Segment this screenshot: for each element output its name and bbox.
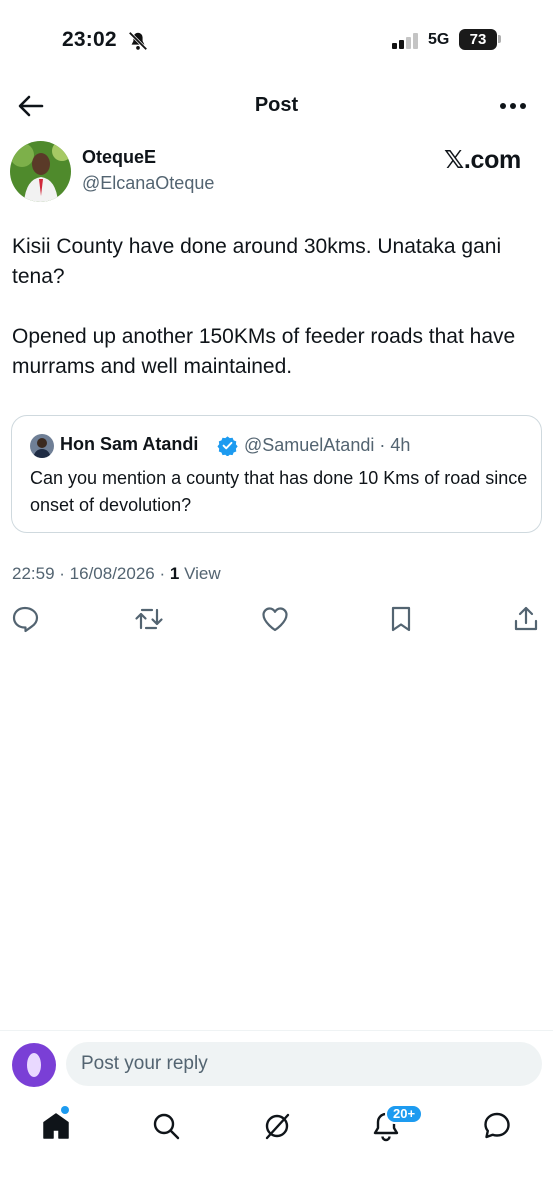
quote-text: Can you mention a county that has done 1… (30, 468, 528, 515)
quote-author-handle: @SamuelAtandi (244, 435, 375, 455)
status-bar: 23:02 5G 73 (0, 0, 553, 82)
views-count: 1 (169, 564, 180, 583)
tweet-paragraph: Kisii County have done around 30kms. Una… (12, 235, 502, 288)
author-avatar[interactable] (10, 141, 71, 202)
action-bar (0, 602, 553, 638)
tweet-text: Kisii County have done around 30kms. Una… (12, 232, 547, 412)
reply-icon[interactable] (10, 604, 40, 634)
tweet-paragraph: Opened up another 150KMs of feeder roads… (12, 325, 516, 378)
battery-indicator: 73 (459, 29, 497, 50)
page-title: Post (254, 94, 299, 116)
post-date: 16/08/2026 (69, 564, 155, 583)
reply-input[interactable] (66, 1042, 542, 1086)
bookmark-icon[interactable] (386, 604, 416, 634)
bell-off-icon (128, 31, 148, 51)
quoted-post[interactable]: Hon Sam Atandi @SamuelAtandi · 4h Can yo… (11, 415, 542, 533)
like-icon[interactable] (260, 604, 290, 634)
battery-tip (498, 35, 501, 43)
verified-icon (217, 436, 238, 456)
post-time: 22:59 (12, 564, 55, 583)
quote-meta: @SamuelAtandi · 4h (244, 435, 411, 455)
post-header: Post (0, 82, 553, 130)
notifications-badge: 20+ (385, 1104, 424, 1124)
repost-icon[interactable] (134, 604, 164, 634)
status-time: 23:02 (62, 28, 117, 51)
home-icon[interactable] (40, 1110, 72, 1142)
views-label: View (184, 564, 221, 583)
network-label: 5G (428, 31, 450, 48)
quote-author-avatar (30, 434, 54, 458)
more-icon[interactable] (496, 92, 530, 120)
author-name[interactable]: OtequeE (82, 147, 156, 168)
grok-icon[interactable] (261, 1110, 293, 1142)
my-avatar[interactable] (12, 1043, 56, 1087)
post-meta: 22:59 · 16/08/2026 · 1 View (12, 564, 221, 583)
author-handle[interactable]: @ElcanaOteque (82, 173, 214, 194)
signal-icon (392, 33, 418, 49)
bottom-tab-bar: 20+ (0, 1096, 553, 1200)
share-icon[interactable] (511, 604, 541, 634)
search-icon[interactable] (150, 1110, 182, 1142)
quote-age: 4h (390, 435, 411, 455)
reply-bar (0, 1030, 553, 1096)
quote-author-name: Hon Sam Atandi (60, 434, 199, 454)
messages-icon[interactable] (481, 1110, 513, 1142)
home-unread-dot (61, 1106, 69, 1114)
x-watermark: 𝕏.com (444, 146, 521, 174)
